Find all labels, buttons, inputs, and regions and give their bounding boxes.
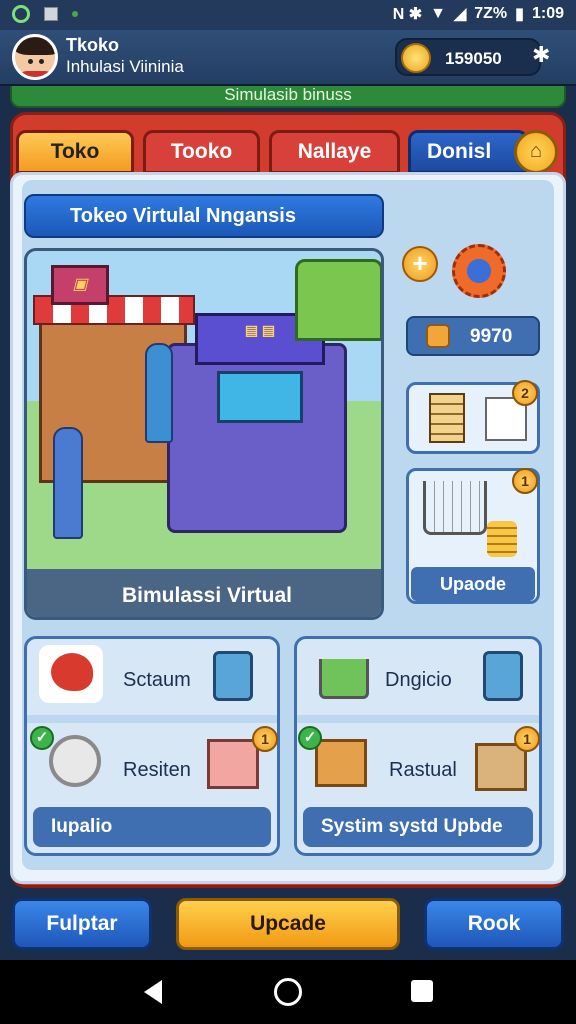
tab-toko[interactable]: Toko xyxy=(16,130,134,174)
coin-icon xyxy=(401,43,431,73)
kiosk-icon xyxy=(295,259,381,341)
left-panel-badge: 1 xyxy=(252,726,278,752)
shopkeeper-icon xyxy=(145,343,173,443)
player-title: Tkoko xyxy=(66,35,120,55)
fulptar-button[interactable]: Fulptar xyxy=(12,898,152,950)
left-item1-label: Sctaum xyxy=(123,669,191,691)
left-panel: Sctaum Resiten Iupalio xyxy=(24,636,280,856)
coin-value: 159050 xyxy=(445,49,502,68)
signal-icon: ◢ xyxy=(453,6,467,23)
shopping-cart-icon xyxy=(423,481,487,535)
coin-stack-icon xyxy=(487,521,517,557)
package-icon xyxy=(315,739,367,787)
dot-icon xyxy=(72,11,78,17)
status-bar: N ✱ ▼ ◢ 7Z% ▮ 1:09 xyxy=(0,0,576,30)
clock: 1:09 xyxy=(531,5,564,22)
right-item2-label: Rastual xyxy=(389,759,457,781)
store-illustration[interactable]: ▣ ▤ ▤ Bimulassi Virtual xyxy=(24,248,384,620)
hero-caption: Bimulassi Virtual xyxy=(27,569,381,617)
kiosk-machine-icon xyxy=(213,651,253,701)
wifi-icon: ▼ xyxy=(430,5,446,22)
title-banner: Simulasib binuss xyxy=(10,86,566,108)
clock-icon xyxy=(49,735,101,787)
back-icon[interactable] xyxy=(144,980,162,1004)
upgrade-badge: 1 xyxy=(512,468,538,494)
shop-sign-icon: ▣ xyxy=(51,265,109,305)
add-button[interactable]: + xyxy=(402,246,438,282)
recent-apps-icon[interactable] xyxy=(411,980,433,1002)
home-circle-icon[interactable] xyxy=(274,978,302,1006)
settings-gear-icon[interactable]: ✱ xyxy=(532,42,550,68)
tab-nallaye[interactable]: Nallaye xyxy=(269,130,400,174)
tab-tooko[interactable]: Tooko xyxy=(143,130,260,174)
left-panel-button[interactable]: Iupalio xyxy=(33,807,271,847)
gift-box-icon xyxy=(207,739,259,789)
coin-counter[interactable]: 159050 xyxy=(395,38,541,76)
notification-icon xyxy=(12,5,30,23)
register-icon xyxy=(483,651,523,701)
home-icon[interactable]: ⌂ xyxy=(514,130,558,174)
notification-badge: 2 xyxy=(512,380,538,406)
right-item1-label: Dngicio xyxy=(385,669,452,691)
customer-icon xyxy=(53,427,83,539)
right-panel: Dngicio Rastual Systim systd Upbde xyxy=(294,636,542,856)
section-heading: Tokeo Virtulal Nngansis xyxy=(24,194,384,238)
system-upgrade-button[interactable]: Systim systd Upbde xyxy=(303,807,533,847)
books-icon xyxy=(429,393,465,443)
right-panel-badge: 1 xyxy=(514,726,540,752)
upgrade-card-label: Upaode xyxy=(411,567,535,601)
rook-button[interactable]: Rook xyxy=(424,898,564,950)
gear-icon[interactable] xyxy=(452,244,506,298)
basket-icon xyxy=(319,659,369,699)
stat-value: 9970 xyxy=(470,326,513,347)
upgrade-button[interactable]: Upcade xyxy=(176,898,400,950)
battery-icon: ▮ xyxy=(515,6,524,23)
check-icon: ✓ xyxy=(30,726,54,750)
tab-donisl[interactable]: Donisl xyxy=(408,130,528,174)
player-subtitle: Inhulasi Viininia xyxy=(66,57,184,76)
ticket-icon xyxy=(426,324,450,348)
image-icon xyxy=(44,7,58,21)
check-icon: ✓ xyxy=(298,726,322,750)
meat-icon xyxy=(39,645,103,703)
avatar[interactable] xyxy=(12,34,58,80)
android-nav-bar xyxy=(0,960,576,1024)
crate-icon xyxy=(475,743,527,791)
game-header: Tkoko Inhulasi Viininia 159050 xyxy=(0,30,576,86)
status-indicators: N ✱ xyxy=(392,6,423,23)
screen-icon xyxy=(217,371,303,423)
left-item2-label: Resiten xyxy=(123,759,191,781)
stat-box: 9970 xyxy=(406,316,540,356)
battery-level: 7Z% xyxy=(474,5,508,22)
